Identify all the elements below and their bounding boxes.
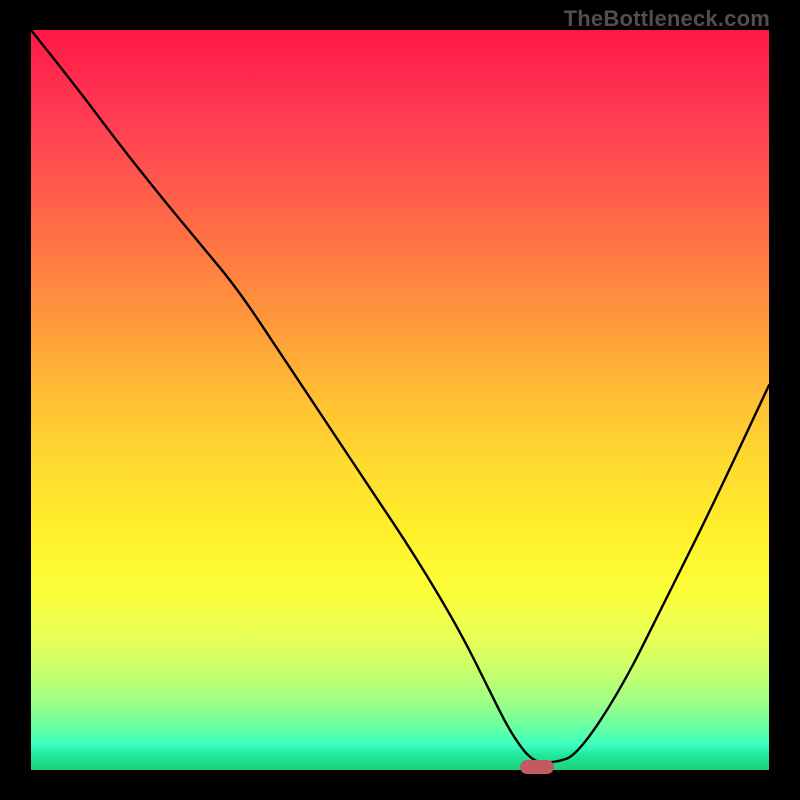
- watermark-text: TheBottleneck.com: [564, 6, 770, 32]
- bottleneck-curve: [31, 30, 769, 770]
- curve-path: [31, 30, 769, 763]
- optimal-point-marker: [520, 760, 554, 774]
- chart-frame: TheBottleneck.com: [0, 0, 800, 800]
